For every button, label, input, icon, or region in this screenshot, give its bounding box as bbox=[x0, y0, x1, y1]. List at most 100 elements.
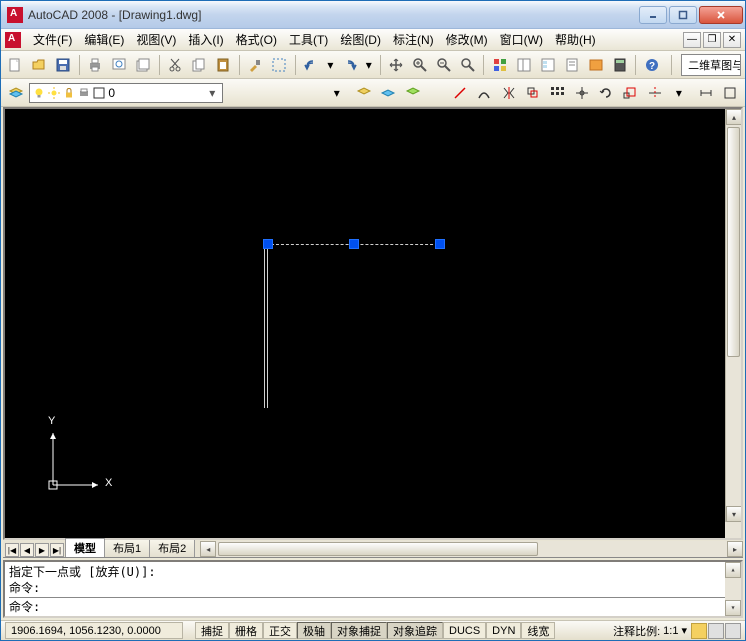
undo-dropdown[interactable]: ▾ bbox=[325, 54, 336, 76]
cmd-scroll-up[interactable]: ▴ bbox=[725, 562, 741, 578]
menu-modify[interactable]: 修改(M) bbox=[440, 29, 494, 50]
menu-tools[interactable]: 工具(T) bbox=[283, 29, 334, 50]
properties-button[interactable] bbox=[489, 54, 510, 76]
horizontal-scroll-thumb[interactable] bbox=[218, 542, 538, 556]
grid-toggle[interactable]: 栅格 bbox=[229, 622, 263, 639]
annotation-visibility-icon[interactable] bbox=[691, 623, 707, 639]
dimension-tool-button[interactable] bbox=[720, 82, 741, 104]
tab-nav-next[interactable]: ▶ bbox=[35, 543, 49, 557]
save-button[interactable] bbox=[53, 54, 74, 76]
tab-layout1[interactable]: 布局1 bbox=[104, 538, 150, 557]
menu-draw[interactable]: 绘图(D) bbox=[334, 29, 387, 50]
command-scrollbar[interactable]: ▴ ▾ bbox=[725, 562, 741, 616]
zoom-realtime-button[interactable] bbox=[409, 54, 430, 76]
scroll-right-button[interactable]: ▸ bbox=[727, 541, 743, 557]
open-button[interactable] bbox=[29, 54, 50, 76]
scroll-up-button[interactable]: ▴ bbox=[726, 109, 742, 125]
scroll-down-button[interactable]: ▾ bbox=[726, 506, 742, 522]
osnap-toggle[interactable]: 对象捕捉 bbox=[331, 622, 387, 639]
measure-tool-button[interactable] bbox=[695, 82, 716, 104]
menu-insert[interactable]: 插入(I) bbox=[182, 29, 229, 50]
offset-tool-button[interactable] bbox=[522, 82, 543, 104]
command-prompt[interactable]: 命令: bbox=[9, 599, 737, 615]
mdi-restore-button[interactable]: ❐ bbox=[703, 32, 721, 48]
undo-button[interactable] bbox=[301, 54, 322, 76]
coordinates-panel[interactable]: 1906.1694, 1056.1230, 0.0000 bbox=[5, 622, 183, 639]
menu-file[interactable]: 文件(F) bbox=[27, 29, 78, 50]
menu-help[interactable]: 帮助(H) bbox=[549, 29, 602, 50]
menu-window[interactable]: 窗口(W) bbox=[494, 29, 549, 50]
tab-nav-first[interactable]: |◀ bbox=[5, 543, 19, 557]
layer-iso-button[interactable] bbox=[378, 82, 399, 104]
lwt-toggle[interactable]: 线宽 bbox=[521, 622, 555, 639]
polar-toggle[interactable]: 极轴 bbox=[297, 622, 331, 639]
zoom-previous-button[interactable] bbox=[457, 54, 478, 76]
menu-format[interactable]: 格式(O) bbox=[230, 29, 283, 50]
scroll-left-button[interactable]: ◂ bbox=[200, 541, 216, 557]
layer-states-button[interactable] bbox=[353, 82, 374, 104]
otrack-toggle[interactable]: 对象追踪 bbox=[387, 622, 443, 639]
vertical-scroll-thumb[interactable] bbox=[727, 127, 740, 357]
redo-button[interactable] bbox=[339, 54, 360, 76]
line-object-vertical[interactable] bbox=[264, 240, 268, 408]
copy-button[interactable] bbox=[189, 54, 210, 76]
horizontal-scrollbar[interactable]: ◂ ▸ bbox=[200, 541, 743, 557]
line-tool-button[interactable] bbox=[449, 82, 470, 104]
extend-tool-button[interactable]: ▾ bbox=[668, 82, 689, 104]
layer-match-button[interactable] bbox=[402, 82, 423, 104]
markup-button[interactable] bbox=[585, 54, 606, 76]
redo-dropdown[interactable]: ▾ bbox=[363, 54, 374, 76]
drawing-canvas[interactable]: X Y ▴ ▾ bbox=[3, 107, 743, 540]
tab-layout2[interactable]: 布局2 bbox=[149, 538, 195, 557]
dyn-toggle[interactable]: DYN bbox=[486, 622, 521, 639]
maximize-button[interactable] bbox=[669, 6, 697, 24]
design-center-button[interactable] bbox=[513, 54, 534, 76]
annotation-scale-value[interactable]: 1:1 bbox=[663, 625, 678, 637]
command-window[interactable]: 指定下一点或 [放弃(U)]: 命令: 命令: ▴ ▾ bbox=[3, 560, 743, 618]
scale-tool-button[interactable] bbox=[620, 82, 641, 104]
snap-toggle[interactable]: 捕捉 bbox=[195, 622, 229, 639]
layer-combo[interactable]: 0 ▾ bbox=[29, 83, 223, 103]
grip-mid[interactable] bbox=[349, 239, 359, 249]
sheet-set-button[interactable] bbox=[561, 54, 582, 76]
close-button[interactable] bbox=[699, 6, 743, 24]
help-button[interactable]: ? bbox=[641, 54, 662, 76]
tab-nav-prev[interactable]: ◀ bbox=[20, 543, 34, 557]
tab-nav-last[interactable]: ▶| bbox=[50, 543, 64, 557]
minimize-button[interactable] bbox=[639, 6, 667, 24]
match-properties-button[interactable] bbox=[245, 54, 266, 76]
pan-button[interactable] bbox=[385, 54, 406, 76]
menu-edit[interactable]: 编辑(E) bbox=[78, 29, 130, 50]
mdi-close-button[interactable]: ✕ bbox=[723, 32, 741, 48]
zoom-window-button[interactable] bbox=[433, 54, 454, 76]
grip-start[interactable] bbox=[263, 239, 273, 249]
construction-line-button[interactable] bbox=[474, 82, 495, 104]
plot-preview-button[interactable] bbox=[109, 54, 130, 76]
calculator-button[interactable] bbox=[609, 54, 630, 76]
grip-end[interactable] bbox=[435, 239, 445, 249]
tray-settings-icon[interactable] bbox=[725, 623, 741, 639]
workspace-combo[interactable]: 二维草图与 bbox=[681, 54, 741, 76]
rotate-tool-button[interactable] bbox=[595, 82, 616, 104]
block-editor-button[interactable] bbox=[269, 54, 290, 76]
new-button[interactable] bbox=[5, 54, 26, 76]
vertical-scrollbar[interactable]: ▴ ▾ bbox=[725, 109, 741, 522]
layer-dropdown-icon[interactable]: ▾ bbox=[205, 86, 219, 100]
ortho-toggle[interactable]: 正交 bbox=[263, 622, 297, 639]
layer-previous-button[interactable]: ▾ bbox=[326, 82, 347, 104]
menu-dimension[interactable]: 标注(N) bbox=[387, 29, 440, 50]
print-button[interactable] bbox=[85, 54, 106, 76]
scale-dropdown-icon[interactable]: ▾ bbox=[681, 624, 687, 637]
move-tool-button[interactable] bbox=[571, 82, 592, 104]
menu-view[interactable]: 视图(V) bbox=[130, 29, 182, 50]
mirror-tool-button[interactable] bbox=[498, 82, 519, 104]
cmd-scroll-down[interactable]: ▾ bbox=[725, 600, 741, 616]
tool-palettes-button[interactable] bbox=[537, 54, 558, 76]
tab-model[interactable]: 模型 bbox=[65, 538, 105, 557]
annotation-autoscale-icon[interactable] bbox=[708, 623, 724, 639]
layer-properties-button[interactable] bbox=[5, 82, 26, 104]
ducs-toggle[interactable]: DUCS bbox=[443, 622, 486, 639]
mdi-minimize-button[interactable]: — bbox=[683, 32, 701, 48]
array-tool-button[interactable] bbox=[547, 82, 568, 104]
paste-button[interactable] bbox=[213, 54, 234, 76]
